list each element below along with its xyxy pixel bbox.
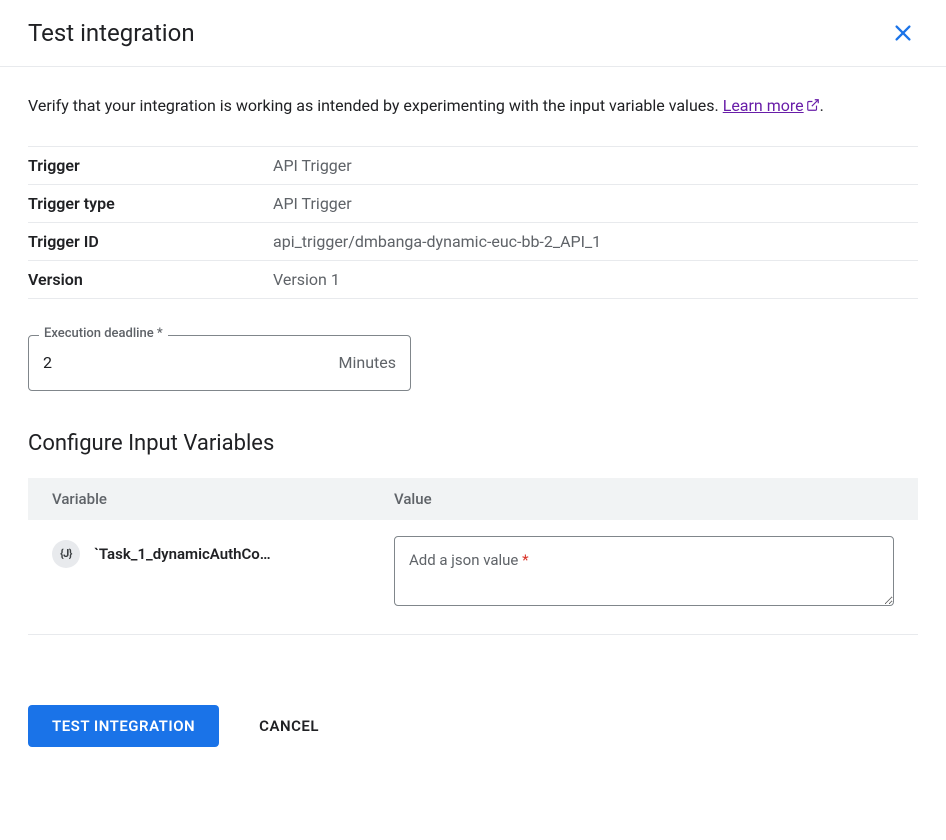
execution-deadline-field[interactable]: Execution deadline * Minutes — [28, 335, 411, 391]
trigger-type-label: Trigger type — [28, 184, 273, 222]
trigger-id-row: Trigger ID api_trigger/dmbanga-dynamic-e… — [28, 222, 918, 260]
description-text: Verify that your integration is working … — [28, 93, 918, 120]
variable-name-cell: {J} `Task_1_dynamicAuthCo… — [52, 536, 346, 568]
column-value-header: Value — [370, 478, 918, 520]
trigger-id-label: Trigger ID — [28, 222, 273, 260]
dialog-content: Verify that your integration is working … — [0, 67, 946, 635]
json-value-input[interactable] — [394, 536, 894, 606]
column-variable-header: Variable — [28, 478, 370, 520]
execution-deadline-input[interactable] — [43, 353, 339, 372]
version-value: Version 1 — [273, 260, 918, 298]
trigger-row: Trigger API Trigger — [28, 146, 918, 184]
dialog-title: Test integration — [28, 19, 195, 47]
description-before: Verify that your integration is working … — [28, 96, 723, 115]
table-row: {J} `Task_1_dynamicAuthCo… Add a json va… — [28, 520, 918, 635]
execution-deadline-label: Execution deadline * — [39, 326, 168, 341]
trigger-label: Trigger — [28, 146, 273, 184]
dialog-footer: TEST INTEGRATION CANCEL — [0, 635, 946, 771]
learn-more-link[interactable]: Learn more — [723, 96, 820, 115]
trigger-id-value: api_trigger/dmbanga-dynamic-euc-bb-2_API… — [273, 222, 918, 260]
trigger-type-row: Trigger type API Trigger — [28, 184, 918, 222]
input-variables-table: Variable Value {J} `Task_1_dynamicAuthCo… — [28, 478, 918, 635]
execution-deadline-wrapper: Execution deadline * Minutes — [28, 335, 918, 391]
external-link-icon — [806, 94, 820, 120]
cancel-button[interactable]: CANCEL — [259, 717, 319, 735]
dialog-header: Test integration — [0, 0, 946, 67]
close-button[interactable] — [888, 18, 918, 48]
version-row: Version Version 1 — [28, 260, 918, 298]
trigger-type-value: API Trigger — [273, 184, 918, 222]
close-icon — [892, 22, 914, 44]
variable-name: `Task_1_dynamicAuthCo… — [94, 545, 271, 563]
configure-input-variables-title: Configure Input Variables — [28, 431, 918, 456]
trigger-value: API Trigger — [273, 146, 918, 184]
description-after: . — [820, 96, 824, 115]
table-header-row: Variable Value — [28, 478, 918, 520]
execution-deadline-unit: Minutes — [339, 353, 397, 372]
test-integration-button[interactable]: TEST INTEGRATION — [28, 705, 219, 747]
version-label: Version — [28, 260, 273, 298]
json-type-icon: {J} — [52, 540, 80, 568]
trigger-info-table: Trigger API Trigger Trigger type API Tri… — [28, 146, 918, 299]
